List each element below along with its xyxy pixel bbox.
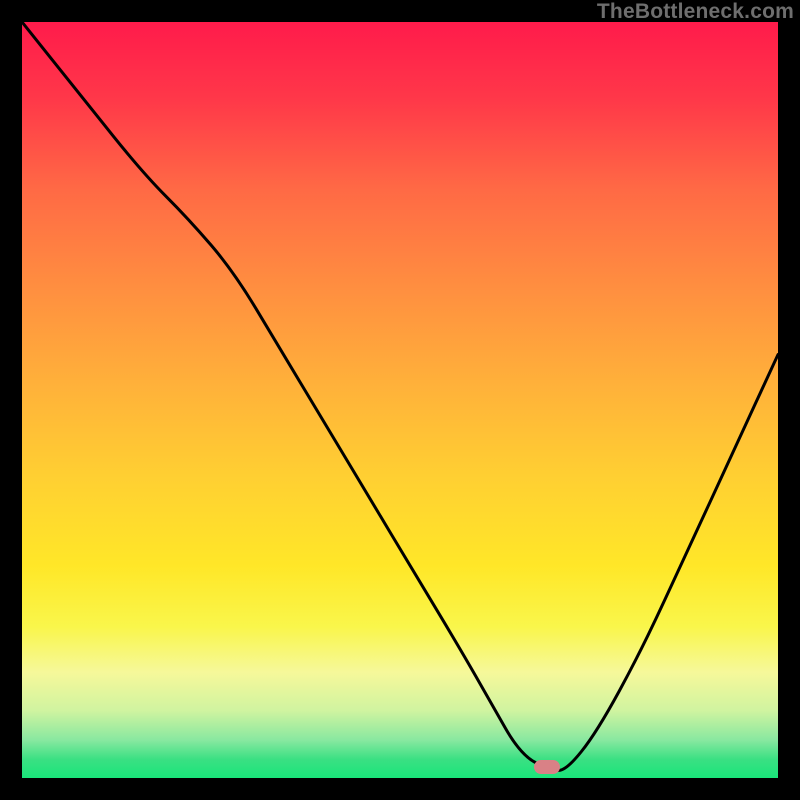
watermark-text: TheBottleneck.com bbox=[597, 0, 794, 24]
gradient-background bbox=[22, 22, 778, 778]
optimal-marker bbox=[534, 760, 560, 774]
plot-area bbox=[22, 22, 778, 778]
chart-container: TheBottleneck.com bbox=[0, 0, 800, 800]
